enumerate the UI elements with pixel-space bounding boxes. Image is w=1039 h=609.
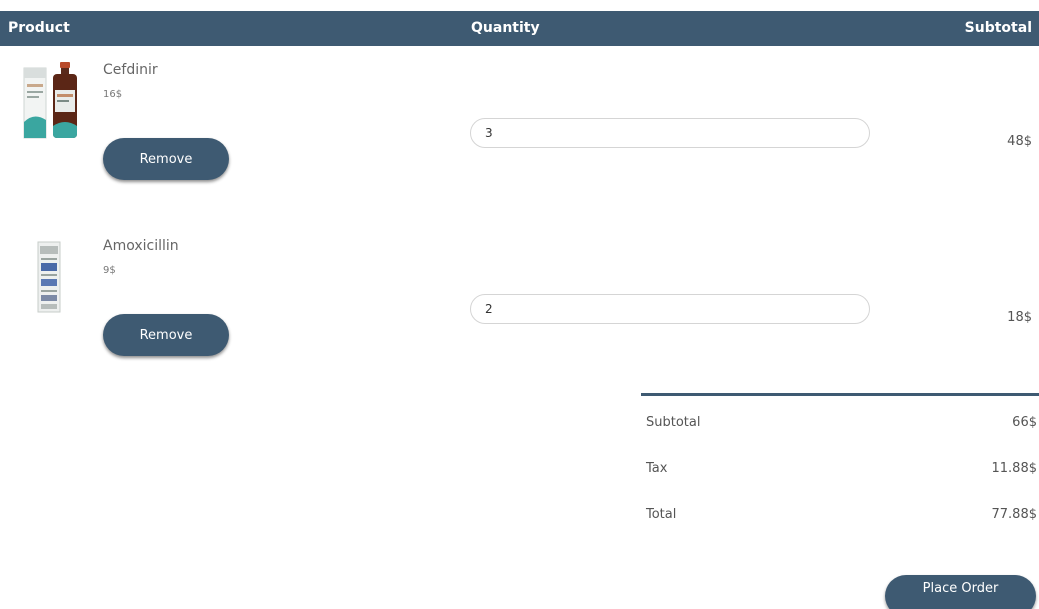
product-name: Cefdinir (103, 62, 158, 78)
quantity-input[interactable] (470, 118, 870, 148)
summary-total-row: Total 77.88$ (641, 488, 1039, 534)
summary-subtotal-row: Subtotal 66$ (641, 396, 1039, 442)
summary-tax-row: Tax 11.88$ (641, 442, 1039, 488)
header-product: Product (8, 20, 70, 36)
remove-button[interactable]: Remove (103, 314, 229, 356)
summary-subtotal-value: 66$ (1012, 415, 1037, 430)
summary-subtotal-label: Subtotal (646, 415, 701, 430)
header-quantity: Quantity (471, 20, 540, 36)
summary-tax-label: Tax (646, 461, 668, 476)
medicine-bottle-icon (23, 62, 77, 139)
product-price: 16$ (103, 89, 123, 100)
order-summary: Subtotal 66$ Tax 11.88$ Total 77.88$ (641, 393, 1039, 534)
header-subtotal: Subtotal (964, 20, 1032, 36)
place-order-button[interactable]: Place Order (885, 575, 1036, 609)
summary-total-label: Total (646, 507, 677, 522)
cart-page: Product Quantity Subtotal Cefdinir 16$ R… (0, 0, 1039, 609)
remove-button[interactable]: Remove (103, 138, 229, 180)
line-subtotal: 48$ (1007, 134, 1032, 149)
product-name: Amoxicillin (103, 238, 179, 254)
summary-total-value: 77.88$ (991, 507, 1038, 522)
summary-tax-value: 11.88$ (991, 461, 1038, 476)
cart-row-amoxicillin: Amoxicillin 9$ Remove 18$ (0, 228, 1039, 378)
cart-table-header: Product Quantity Subtotal (0, 11, 1039, 46)
medicine-box-icon (37, 241, 61, 313)
cart-row-cefdinir: Cefdinir 16$ Remove 48$ (0, 52, 1039, 202)
quantity-input[interactable] (470, 294, 870, 324)
product-price: 9$ (103, 265, 116, 276)
line-subtotal: 18$ (1007, 310, 1032, 325)
